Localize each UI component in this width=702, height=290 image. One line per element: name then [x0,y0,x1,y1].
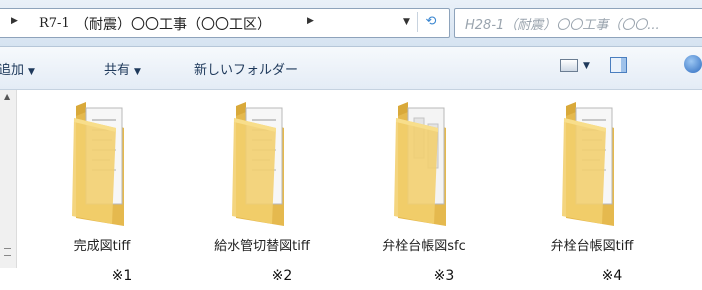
folder-icon [232,102,284,226]
search-input[interactable]: H28-1（耐震）〇〇工事（〇〇... [454,8,702,38]
preview-pane-icon[interactable] [610,57,627,73]
refresh-icon[interactable]: ⟲ [417,12,444,32]
address-dropdown-icon[interactable]: ▼ [403,17,410,27]
scroll-grip-icon[interactable] [4,248,11,256]
footnote-marker: ※4 [601,268,623,284]
folder-icon [562,102,614,226]
scroll-up-icon[interactable]: ▲ [4,92,10,101]
chevron-down-icon: ▼ [28,67,35,77]
footnote-marker: ※1 [111,268,133,284]
share-button[interactable]: 共有 ▼ [104,59,141,78]
add-button-label: 追加 [0,63,25,78]
chevron-down-icon[interactable]: ▼ [583,61,590,71]
folder-name: 完成図tiff [73,239,131,254]
folder-item[interactable]: 弁栓台帳図sfc [374,98,474,254]
search-text: H28-1（耐震）〇〇工事（〇〇... [465,18,660,33]
breadcrumb-chevron-icon[interactable]: ▶ [307,16,314,26]
add-button[interactable]: 追加 ▼ [0,59,35,78]
folder-name: 弁栓台帳図tiff [550,239,634,254]
toolbar: 追加 ▼ 共有 ▼ 新しいフォルダー ▼ [0,47,702,90]
new-folder-button[interactable]: 新しいフォルダー [194,59,298,78]
folder-name: 給水管切替図tiff [214,239,310,254]
address-bar[interactable]: ▶ R7-1 （耐震）〇〇工事（〇〇工区） ▶ ▼ ⟲ [0,8,450,38]
chevron-down-icon: ▼ [134,67,141,77]
breadcrumb-primary[interactable]: R7-1 [39,16,70,31]
footnote-marker: ※3 [433,268,455,284]
folder-item[interactable]: 弁栓台帳図tiff [542,98,642,254]
folder-name: 弁栓台帳図sfc [382,239,466,254]
folder-item[interactable]: 完成図tiff [52,98,152,254]
change-view-icon[interactable] [560,59,578,72]
address-bar-row: ▶ R7-1 （耐震）〇〇工事（〇〇工区） ▶ ▼ ⟲ H28-1（耐震）〇〇工… [0,0,702,47]
share-button-label: 共有 [104,63,131,78]
folder-icon [72,102,124,226]
navigation-pane-scrollbar[interactable]: ▲ [0,90,17,268]
help-icon[interactable] [684,55,702,73]
breadcrumb-chevron-icon[interactable]: ▶ [11,16,18,26]
folder-icon [394,102,446,226]
folder-item[interactable]: 給水管切替図tiff [212,98,312,254]
breadcrumb-secondary[interactable]: （耐震）〇〇工事（〇〇工区） [75,14,271,34]
footnote-marker: ※2 [271,268,293,284]
